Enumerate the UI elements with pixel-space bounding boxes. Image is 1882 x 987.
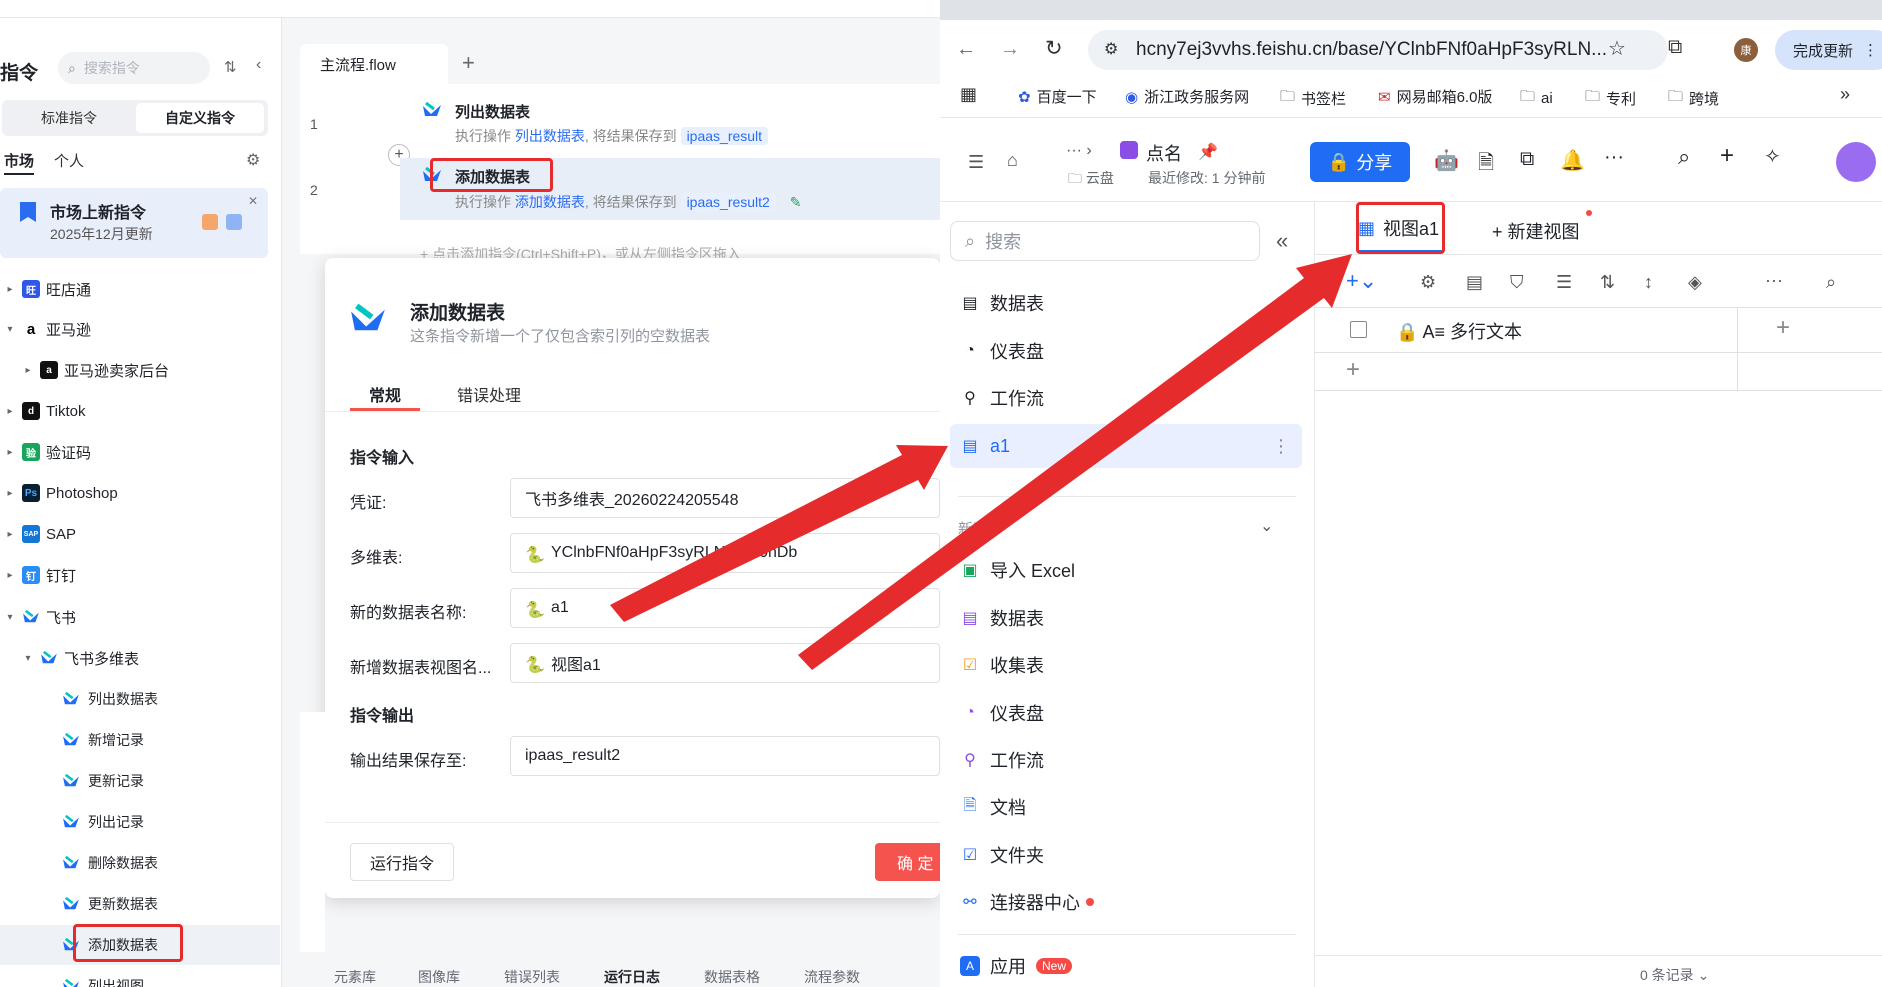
arrow-to-view-tab (798, 254, 1352, 670)
annotation-arrows (610, 254, 1352, 670)
